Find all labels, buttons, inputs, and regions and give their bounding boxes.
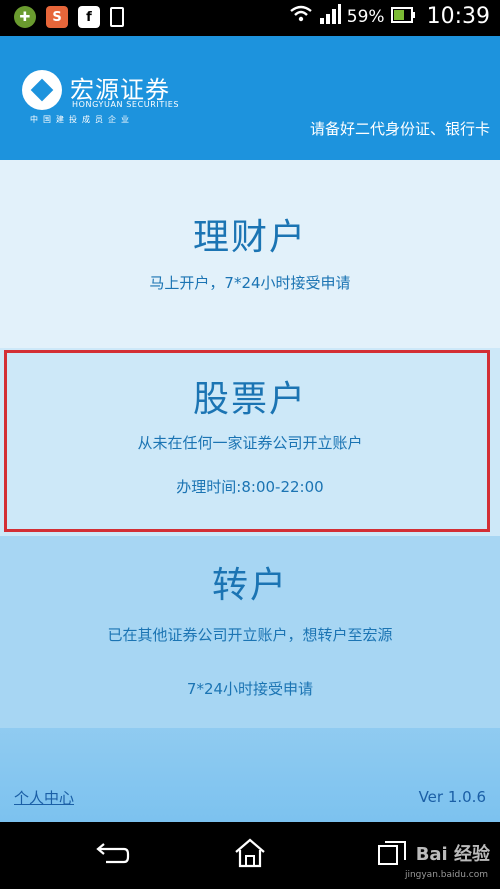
sogou-icon: S [46, 6, 68, 28]
facebook-icon: f [78, 6, 100, 28]
home-button[interactable] [230, 838, 270, 872]
watermark-url: jingyan.baidu.com [404, 870, 488, 880]
account-type-list: 理财户 马上开户，7*24小时接受申请 股票户 从未在任何一家证券公司开立账户 … [0, 160, 500, 822]
selection-highlight-box [4, 350, 490, 532]
phone-icon [110, 7, 124, 27]
version-label: Ver 1.0.6 [418, 788, 486, 806]
back-button[interactable] [92, 838, 132, 872]
financial-account-desc: 马上开户，7*24小时接受申请 [149, 274, 351, 292]
id-card-reminder: 请备好二代身份证、银行卡 [309, 120, 490, 138]
financial-account-option[interactable]: 理财户 马上开户，7*24小时接受申请 [0, 160, 500, 348]
recent-apps-icon [377, 840, 407, 870]
logo-name-en: HONGYUAN SECURITIES [72, 100, 180, 109]
transfer-account-option[interactable]: 转户 已在其他证券公司开立账户，想转户至宏源 7*24小时接受申请 [0, 536, 500, 728]
clock: 10:39 [426, 4, 490, 29]
financial-account-title: 理财户 [192, 217, 307, 258]
battery-icon [390, 5, 415, 29]
system-nav-bar: Bai 经验 jingyan.baidu.com [0, 822, 500, 889]
battery-percent: 59% [346, 6, 385, 27]
recent-apps-button[interactable] [372, 838, 412, 872]
baidu-jingyan-watermark: Bai 经验 [415, 844, 490, 865]
signal-icon [319, 4, 341, 29]
back-icon [94, 841, 130, 869]
status-bar: ✚ S f 59% 10:39 [0, 0, 500, 36]
transfer-account-desc: 已在其他证券公司开立账户，想转户至宏源 [107, 626, 393, 644]
app-header: 宏源证券 HONGYUAN SECURITIES 中国建投成员企业 请备好二代身… [0, 36, 500, 160]
logo-tagline: 中国建投成员企业 [30, 115, 134, 124]
hongyuan-logo-icon [22, 70, 62, 110]
personal-center-link[interactable]: 个人中心 [14, 787, 74, 808]
transfer-account-title: 转户 [211, 565, 288, 606]
home-icon [233, 838, 267, 872]
app-notification-icon: ✚ [14, 6, 36, 28]
wifi-icon [289, 4, 313, 29]
transfer-account-hours: 7*24小时接受申请 [186, 680, 314, 698]
